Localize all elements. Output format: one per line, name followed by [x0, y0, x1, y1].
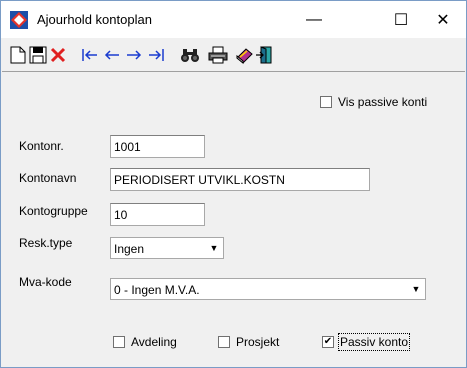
- delete-icon[interactable]: [48, 45, 68, 65]
- save-icon[interactable]: [28, 45, 48, 65]
- ledger-type-label: Resk.type: [19, 236, 73, 250]
- toolbar: [2, 38, 465, 72]
- department-checkbox[interactable]: Avdeling: [113, 335, 177, 349]
- vat-code-select[interactable]: 0 - Ingen M.V.A. ▼: [110, 278, 426, 300]
- account-group-input[interactable]: 10: [110, 203, 205, 226]
- ledger-type-select[interactable]: Ingen ▼: [110, 237, 224, 259]
- window-title: Ajourhold kontoplan: [37, 12, 152, 27]
- chevron-down-icon[interactable]: ▼: [206, 239, 222, 257]
- book-icon[interactable]: [234, 45, 254, 65]
- inactive-account-label: Passiv konto: [337, 333, 411, 351]
- form-panel: Vis passive konti Kontonr. 1001 Kontonav…: [2, 73, 465, 367]
- account-group-label: Kontogruppe: [19, 204, 88, 218]
- show-inactive-checkbox[interactable]: Vis passive konti: [320, 95, 427, 109]
- app-window: Ajourhold kontoplan — ☐ ✕ Vis passive ko…: [0, 0, 467, 368]
- inactive-account-box[interactable]: [322, 336, 334, 348]
- first-record-icon[interactable]: [80, 45, 100, 65]
- maximize-button[interactable]: ☐: [378, 1, 424, 38]
- project-label: Prosjekt: [236, 335, 280, 349]
- account-no-input[interactable]: 1001: [110, 135, 205, 158]
- minimize-button[interactable]: —: [291, 1, 337, 38]
- account-name-label: Kontonavn: [19, 171, 77, 185]
- ledger-type-value: Ingen: [114, 242, 145, 256]
- show-inactive-label: Vis passive konti: [338, 95, 428, 109]
- department-label: Avdeling: [131, 335, 177, 349]
- inactive-account-checkbox[interactable]: Passiv konto: [322, 333, 411, 351]
- vat-code-value: 0 - Ingen M.V.A.: [114, 283, 200, 297]
- vat-code-label: Mva-kode: [19, 275, 72, 289]
- print-icon[interactable]: [208, 45, 228, 65]
- show-inactive-box[interactable]: [320, 96, 332, 108]
- title-bar[interactable]: Ajourhold kontoplan — ☐ ✕: [1, 1, 466, 38]
- project-box[interactable]: [218, 336, 230, 348]
- account-no-label: Kontonr.: [19, 139, 64, 153]
- chevron-down-icon[interactable]: ▼: [408, 280, 424, 298]
- close-button[interactable]: ✕: [420, 1, 466, 38]
- search-icon[interactable]: [180, 45, 200, 65]
- app-logo-icon: [10, 11, 28, 29]
- new-document-icon[interactable]: [8, 45, 28, 65]
- department-box[interactable]: [113, 336, 125, 348]
- last-record-icon[interactable]: [146, 45, 166, 65]
- previous-record-icon[interactable]: [102, 45, 122, 65]
- account-name-input[interactable]: PERIODISERT UTVIKL.KOSTN: [110, 168, 370, 191]
- next-record-icon[interactable]: [124, 45, 144, 65]
- project-checkbox[interactable]: Prosjekt: [218, 335, 279, 349]
- exit-icon[interactable]: [254, 45, 274, 65]
